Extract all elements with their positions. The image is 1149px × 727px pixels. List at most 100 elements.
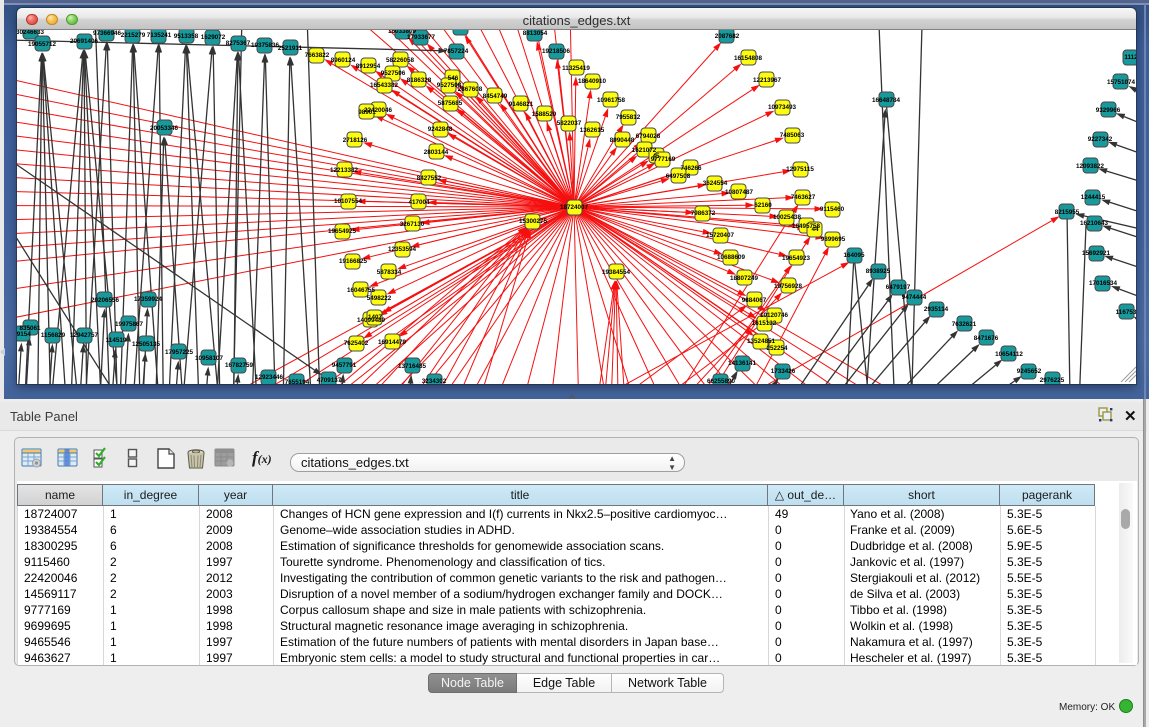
svg-text:11325419: 11325419 xyxy=(562,65,590,72)
svg-text:1629072: 1629072 xyxy=(201,34,226,41)
svg-text:116753: 116753 xyxy=(1116,309,1136,316)
svg-text:15720407: 15720407 xyxy=(706,232,735,239)
svg-text:7485063: 7485063 xyxy=(780,132,805,139)
svg-text:30246633: 30246633 xyxy=(17,30,44,36)
svg-text:2718126: 2718126 xyxy=(343,137,368,144)
svg-text:16154808: 16154808 xyxy=(734,55,763,62)
svg-text:10961758: 10961758 xyxy=(597,97,626,104)
svg-text:746266: 746266 xyxy=(680,165,702,172)
svg-text:20691406: 20691406 xyxy=(70,38,99,45)
svg-text:19218506: 19218506 xyxy=(542,48,571,55)
svg-text:9527506: 9527506 xyxy=(381,70,406,77)
svg-text:6794028: 6794028 xyxy=(636,133,661,140)
svg-text:8471676: 8471676 xyxy=(974,335,999,342)
svg-text:5875685: 5875685 xyxy=(438,100,463,107)
svg-text:2803144: 2803144 xyxy=(424,149,449,156)
svg-text:5498222: 5498222 xyxy=(367,295,392,302)
svg-text:546: 546 xyxy=(448,75,459,82)
svg-text:252254: 252254 xyxy=(766,345,788,352)
svg-text:7135241: 7135241 xyxy=(147,32,172,39)
svg-text:8938925: 8938925 xyxy=(866,268,891,275)
svg-text:10973493: 10973493 xyxy=(768,104,797,111)
svg-text:7986372: 7986372 xyxy=(691,210,716,217)
svg-text:9474444: 9474444 xyxy=(902,294,927,301)
svg-text:9245652: 9245652 xyxy=(1017,368,1042,375)
svg-text:164095: 164095 xyxy=(843,252,865,259)
svg-text:1615132: 1615132 xyxy=(752,320,777,327)
svg-text:16782759: 16782759 xyxy=(225,362,254,369)
svg-text:9242848: 9242848 xyxy=(428,126,453,133)
svg-text:18807249: 18807249 xyxy=(730,275,759,282)
svg-text:16046755: 16046755 xyxy=(347,287,376,294)
svg-text:2521911: 2521911 xyxy=(278,45,303,52)
svg-text:8427552: 8427552 xyxy=(417,175,442,182)
svg-text:19975867: 19975867 xyxy=(115,321,144,328)
svg-text:1244415: 1244415 xyxy=(1081,194,1106,201)
svg-text:3624554: 3624554 xyxy=(703,180,728,187)
svg-text:19055712: 19055712 xyxy=(28,41,57,48)
svg-text:19756928: 19756928 xyxy=(774,283,803,290)
svg-text:17359924: 17359924 xyxy=(134,296,163,303)
svg-text:8186328: 8186328 xyxy=(407,77,432,84)
svg-text:19375836: 19375836 xyxy=(251,42,280,49)
svg-text:15692921: 15692921 xyxy=(1082,250,1111,257)
svg-text:19654925: 19654925 xyxy=(328,228,357,235)
svg-text:16914479: 16914479 xyxy=(378,339,407,346)
svg-text:66255890: 66255890 xyxy=(707,378,736,384)
svg-text:16210643: 16210643 xyxy=(1080,220,1109,227)
svg-text:6479197: 6479197 xyxy=(886,284,911,291)
svg-text:18724007: 18724007 xyxy=(560,204,589,211)
svg-text:12213382: 12213382 xyxy=(330,167,359,174)
svg-text:8454749: 8454749 xyxy=(483,93,508,100)
svg-text:10120746: 10120746 xyxy=(760,312,789,319)
svg-text:9884067: 9884067 xyxy=(742,297,767,304)
svg-text:10958107: 10958107 xyxy=(195,355,224,362)
svg-text:9457791: 9457791 xyxy=(332,362,357,369)
svg-text:20053346: 20053346 xyxy=(150,125,179,132)
svg-text:12942757: 12942757 xyxy=(70,332,99,339)
svg-text:10025438: 10025438 xyxy=(773,214,802,221)
svg-text:17016534: 17016534 xyxy=(1089,280,1118,287)
svg-text:5822037: 5822037 xyxy=(557,120,582,127)
svg-text:114519: 114519 xyxy=(106,337,127,344)
svg-text:17933677: 17933677 xyxy=(407,34,436,41)
svg-text:2867608: 2867608 xyxy=(458,86,483,93)
svg-text:12213967: 12213967 xyxy=(753,77,782,84)
svg-text:1733426: 1733426 xyxy=(771,368,796,375)
svg-text:13524851: 13524851 xyxy=(747,338,776,345)
svg-text:8990448: 8990448 xyxy=(610,137,635,144)
svg-text:12353594: 12353594 xyxy=(388,246,417,253)
svg-text:58226058: 58226058 xyxy=(386,57,415,64)
svg-text:8960124: 8960124 xyxy=(331,57,356,64)
svg-text:8275367: 8275367 xyxy=(226,40,251,47)
svg-text:12505135: 12505135 xyxy=(132,341,161,348)
svg-text:3234302: 3234302 xyxy=(422,378,447,384)
svg-text:18640910: 18640910 xyxy=(578,78,607,85)
svg-text:2976225: 2976225 xyxy=(1040,377,1065,384)
svg-text:10807487: 10807487 xyxy=(725,189,754,196)
svg-text:6497508: 6497508 xyxy=(666,173,691,180)
svg-text:9329966: 9329966 xyxy=(1096,107,1121,114)
svg-text:16648784: 16648784 xyxy=(872,97,901,104)
svg-text:1362615: 1362615 xyxy=(580,127,605,134)
svg-text:10654112: 10654112 xyxy=(995,351,1023,358)
svg-text:7625402: 7625402 xyxy=(344,340,369,347)
svg-text:7857224: 7857224 xyxy=(444,48,469,55)
svg-text:62160: 62160 xyxy=(754,202,772,209)
svg-text:15300275: 15300275 xyxy=(519,218,548,225)
svg-text:16543382: 16543382 xyxy=(370,82,399,89)
svg-text:14136141: 14136141 xyxy=(728,360,757,367)
svg-text:2087682: 2087682 xyxy=(715,33,740,40)
svg-text:15751074: 15751074 xyxy=(1107,79,1136,86)
svg-text:2215279: 2215279 xyxy=(121,32,146,39)
svg-text:97366946: 97366946 xyxy=(93,30,122,37)
svg-text:9899695: 9899695 xyxy=(821,236,846,243)
svg-text:417004: 417004 xyxy=(408,199,430,206)
svg-text:4709137: 4709137 xyxy=(317,377,342,384)
svg-text:7955812: 7955812 xyxy=(616,114,641,121)
svg-text:98901: 98901 xyxy=(358,109,376,116)
svg-text:9115460: 9115460 xyxy=(820,206,845,213)
svg-text:13716485: 13716485 xyxy=(398,363,427,370)
svg-text:9513358: 9513358 xyxy=(174,33,199,40)
svg-text:10688609: 10688609 xyxy=(717,254,746,261)
